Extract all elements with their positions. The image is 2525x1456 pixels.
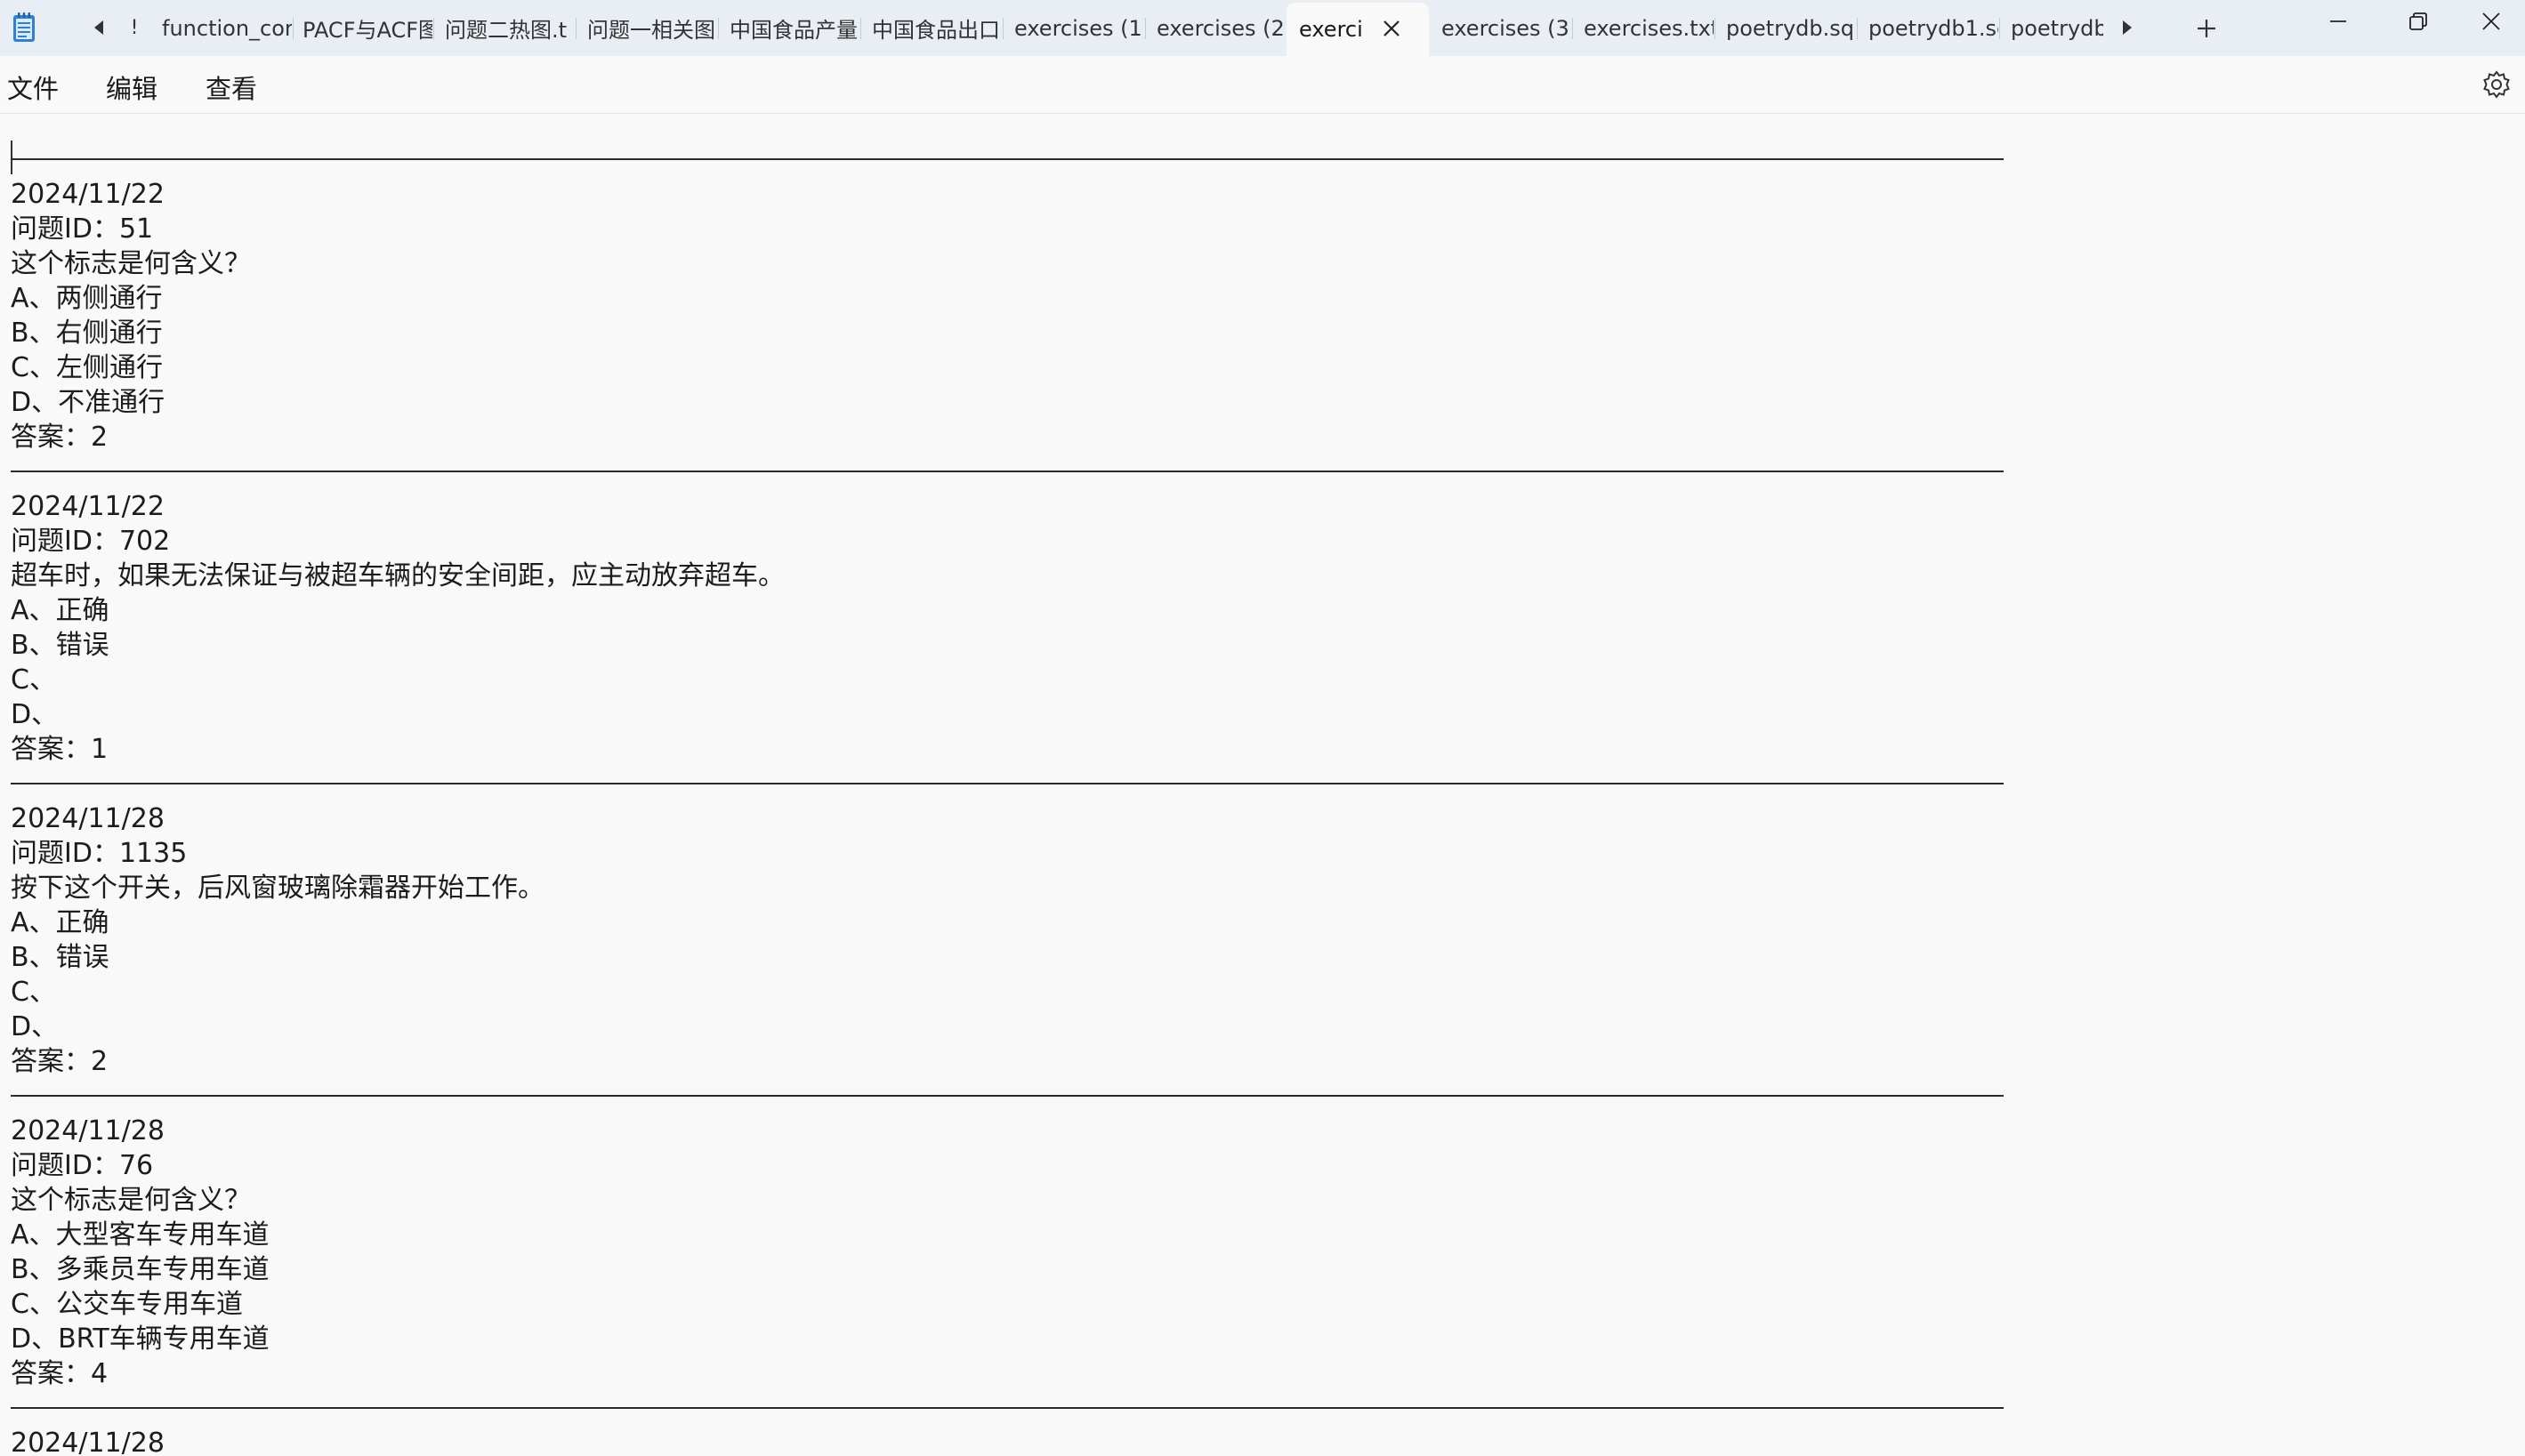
- tab-exercises-active[interactable]: exerci: [1287, 3, 1429, 56]
- tab-exercises-1[interactable]: exercises (1): [1002, 0, 1144, 56]
- text-line: 2024/11/28: [11, 803, 165, 834]
- tab-label: exerci: [1299, 17, 1363, 42]
- text-line: 这个标志是何含义？: [11, 248, 251, 279]
- text-line: 2024/11/22: [11, 179, 165, 210]
- text-line: B、错误: [11, 630, 109, 661]
- text-line: C、左侧通行: [11, 352, 163, 383]
- separator-line: [11, 1407, 2004, 1409]
- text-line: D、: [11, 699, 59, 730]
- tab-label: exercises (3): [1441, 15, 1571, 41]
- tab-label: poetrydb: [2011, 15, 2103, 41]
- text-line: 2024/11/28: [11, 1428, 165, 1456]
- text-line: 2024/11/22: [11, 491, 165, 522]
- tab-food-production[interactable]: 中国食品产量: [717, 0, 859, 56]
- menu-edit[interactable]: 编辑: [106, 68, 157, 106]
- restore-icon: [2409, 12, 2427, 30]
- menu-file[interactable]: 文件: [7, 68, 59, 106]
- separator-line: [11, 471, 2004, 472]
- text-line: B、错误: [11, 942, 109, 973]
- text-line: D、不准通行: [11, 387, 165, 418]
- text-line: C、: [11, 664, 56, 696]
- restore-button[interactable]: [2377, 0, 2459, 43]
- text-line: B、右侧通行: [11, 318, 163, 349]
- text-line: D、BRT车辆专用车道: [11, 1323, 270, 1355]
- tab-poetrydb1-sql[interactable]: poetrydb1.sc: [1856, 0, 1998, 56]
- plus-icon: [2198, 20, 2215, 37]
- caret-right-icon: [2123, 20, 2132, 35]
- tab-label: poetrydb1.sc: [1868, 15, 1998, 41]
- text-line: A、大型客车专用车道: [11, 1219, 270, 1251]
- tab-label: 中国食品产量: [730, 18, 858, 43]
- minimize-button[interactable]: [2297, 0, 2379, 43]
- text-caret: [11, 141, 12, 174]
- text-line: 按下这个开关，后风窗玻璃除霜器开始工作。: [11, 873, 545, 904]
- scroll-tabs-right-button[interactable]: [2114, 14, 2141, 41]
- tab-function-cor[interactable]: function_cor: [149, 0, 292, 56]
- tab-label: function_cor: [162, 15, 292, 41]
- tab-pacf-acf[interactable]: PACF与ACF图: [290, 0, 432, 56]
- text-line: 超车时，如果无法保证与被超车辆的安全间距，应主动放弃超车。: [11, 560, 785, 591]
- close-icon[interactable]: [1381, 18, 1402, 39]
- scroll-tabs-left-button[interactable]: [85, 14, 112, 41]
- text-line: 答案：4: [11, 1358, 109, 1389]
- minimize-icon: [2330, 20, 2346, 22]
- text-line: 2024/11/28: [11, 1115, 165, 1146]
- text-line: A、正确: [11, 595, 109, 626]
- gear-icon[interactable]: [2481, 68, 2513, 101]
- text-line: C、公交车专用车道: [11, 1289, 243, 1320]
- new-tab-button[interactable]: [2190, 12, 2222, 44]
- text-line: 问题ID：76: [11, 1150, 154, 1181]
- tab-food-export[interactable]: 中国食品出口: [859, 0, 1002, 56]
- text-line: A、两侧通行: [11, 283, 163, 314]
- tab-correlation-q1[interactable]: 问题一相关图: [575, 0, 717, 56]
- text-line: B、多乘员车专用车道: [11, 1254, 270, 1285]
- menu-bar: 文件 编辑 查看: [0, 56, 2525, 114]
- tab-heatmap-q2[interactable]: 问题二热图.t: [432, 0, 575, 56]
- notepad-app-icon: [13, 12, 35, 42]
- text-line: 答案：2: [11, 1046, 109, 1077]
- separator-line: [11, 783, 2004, 784]
- close-icon: [2482, 12, 2500, 30]
- tab-label: 问题一相关图: [587, 18, 715, 43]
- tab-label: poetrydb.sql: [1726, 15, 1856, 41]
- text-line: D、: [11, 1011, 59, 1042]
- tab-exercises-2[interactable]: exercises (2): [1144, 0, 1287, 56]
- tab-label: exercises (2): [1157, 15, 1287, 41]
- tab-overflow-indicator: !: [130, 16, 139, 39]
- text-line: A、正确: [11, 907, 109, 938]
- tab-label: exercises.txt: [1584, 15, 1714, 41]
- text-line: 答案：2: [11, 422, 109, 453]
- title-bar: ! function_cor PACF与ACF图 问题二热图.t 问题一相关图 …: [0, 0, 2525, 56]
- tab-exercises-txt[interactable]: exercises.txt: [1571, 0, 1714, 56]
- tab-label: 中国食品出口: [872, 18, 1000, 43]
- text-line: 问题ID：51: [11, 213, 154, 245]
- text-line: 问题ID：702: [11, 526, 171, 557]
- text-editor[interactable]: 2024/11/22 问题ID：51 这个标志是何含义？ A、两侧通行 B、右侧…: [0, 114, 2525, 1456]
- separator-line: [11, 1095, 2004, 1097]
- menu-view[interactable]: 查看: [206, 68, 257, 106]
- notepad-window: ! function_cor PACF与ACF图 问题二热图.t 问题一相关图 …: [0, 0, 2525, 1456]
- text-line: 答案：1: [11, 734, 109, 765]
- tab-label: exercises (1): [1014, 15, 1144, 41]
- tab-label: PACF与ACF图: [303, 18, 432, 43]
- text-line: 问题ID：1135: [11, 838, 188, 869]
- tab-poetrydb[interactable]: poetrydb: [1998, 0, 2107, 56]
- text-line: 这个标志是何含义？: [11, 1185, 251, 1216]
- caret-left-icon: [94, 20, 103, 35]
- text-line: C、: [11, 977, 56, 1008]
- tab-label: 问题二热图.t: [445, 18, 568, 43]
- tab-poetrydb-sql[interactable]: poetrydb.sql: [1714, 0, 1856, 56]
- close-window-button[interactable]: [2457, 0, 2525, 43]
- separator-line: [11, 158, 2004, 160]
- tab-exercises-3[interactable]: exercises (3): [1429, 0, 1571, 56]
